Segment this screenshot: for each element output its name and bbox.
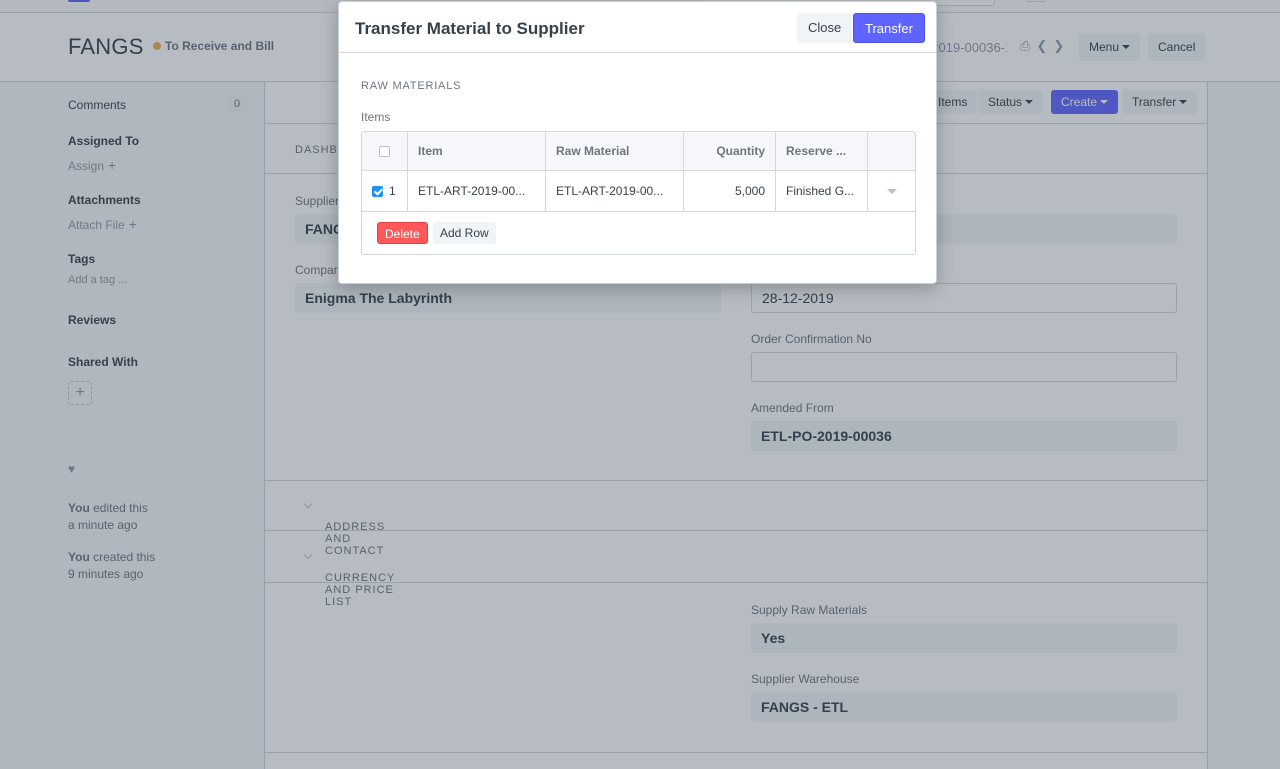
add-row-button[interactable]: Add Row <box>433 222 496 244</box>
row-dropdown-icon[interactable] <box>886 188 897 194</box>
transfer-material-dialog: Transfer Material to Supplier Close Tran… <box>338 1 937 284</box>
select-all-cell <box>362 132 408 170</box>
quantity-cell[interactable]: 5,000 <box>684 171 776 211</box>
table-row[interactable]: 1 ETL-ART-2019-00... ETL-ART-2019-00... … <box>362 171 915 212</box>
row-index: 1 <box>389 184 396 198</box>
modal-title: Transfer Material to Supplier <box>355 19 585 38</box>
raw-materials-section-label: RAW MATERIALS <box>361 80 462 92</box>
grid-header: Item Raw Material Quantity Reserve ... <box>362 132 915 171</box>
row-checkbox[interactable] <box>372 185 383 197</box>
raw-material-cell[interactable]: ETL-ART-2019-00... <box>546 171 684 211</box>
row-menu-cell[interactable] <box>868 171 915 211</box>
grid-footer: Delete Add Row <box>362 212 915 254</box>
column-header-quantity: Quantity <box>684 132 776 170</box>
row-select-cell: 1 <box>362 171 408 211</box>
column-header-item: Item <box>408 132 546 170</box>
column-header-raw-material: Raw Material <box>546 132 684 170</box>
close-button[interactable]: Close <box>797 13 853 43</box>
reserve-warehouse-cell[interactable]: Finished G... <box>776 171 868 211</box>
delete-rows-button[interactable]: Delete <box>377 222 428 244</box>
select-all-checkbox[interactable] <box>379 145 390 157</box>
item-cell[interactable]: ETL-ART-2019-00... <box>408 171 546 211</box>
modal-header: Transfer Material to Supplier Close Tran… <box>339 2 936 53</box>
column-header-reserve: Reserve ... <box>776 132 868 170</box>
items-label: Items <box>361 110 391 124</box>
transfer-button[interactable]: Transfer <box>853 13 925 43</box>
items-grid: Item Raw Material Quantity Reserve ... 1… <box>361 131 916 255</box>
column-header-actions <box>868 132 915 170</box>
